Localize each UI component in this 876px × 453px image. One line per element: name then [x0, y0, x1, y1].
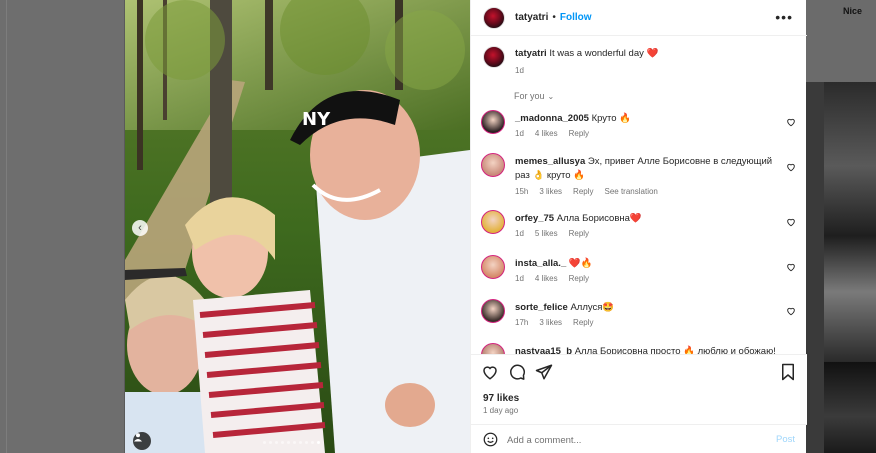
comment-body: Аллуся🤩 [570, 302, 615, 313]
commenter-avatar[interactable] [481, 255, 505, 279]
svg-text:NY: NY [302, 109, 331, 130]
carousel-dot [305, 441, 308, 444]
comment-like-icon[interactable] [786, 117, 796, 127]
comment-like-icon[interactable] [786, 262, 796, 272]
comment-input[interactable] [507, 431, 757, 449]
comment-text: insta_alla._ ❤️🔥 [515, 257, 785, 271]
post-side-panel: tatyatri • Follow ••• tatyatri It was a … [470, 0, 807, 453]
comment-time: 15h [515, 187, 529, 196]
comment-body: Алла Борисовна❤️ [556, 213, 642, 224]
carousel-dot [311, 441, 314, 444]
previous-slide-button[interactable]: ‹ [132, 220, 148, 236]
header-separator: • [552, 12, 556, 23]
comment-icon[interactable] [508, 363, 526, 381]
reply-button[interactable]: Reply [573, 187, 593, 196]
comment-meta: 17h 3 likes Reply [515, 318, 594, 327]
carousel-dot [293, 441, 296, 444]
comment-meta: 1d 4 likes Reply [515, 274, 589, 283]
comment-time: 1d [515, 229, 524, 238]
author-avatar[interactable] [483, 6, 505, 29]
background-post-photo-lower [824, 362, 876, 453]
reply-button[interactable]: Reply [569, 229, 589, 238]
comment-body: ❤️🔥 [568, 258, 593, 269]
commenter-username[interactable]: sorte_felice [515, 302, 568, 313]
carousel-dot [263, 441, 266, 444]
comment-like-icon[interactable] [786, 306, 796, 316]
carousel-dots [263, 441, 320, 444]
for-you-label: For you [514, 91, 545, 101]
commenter-username[interactable]: insta_alla._ [515, 258, 566, 269]
backdrop-left [0, 0, 125, 453]
comment-meta: 1d 5 likes Reply [515, 229, 589, 238]
author-username[interactable]: tatyatri [515, 12, 548, 23]
follow-button[interactable]: Follow [560, 12, 592, 23]
reply-button[interactable]: Reply [573, 318, 593, 327]
caption-text: tatyatri It was a wonderful day ❤️ [515, 48, 658, 59]
like-count[interactable]: 97 likes [483, 393, 519, 404]
caption-time: 1d [515, 66, 524, 75]
commenter-username[interactable]: orfey_75 [515, 213, 554, 224]
post-comment-button[interactable]: Post [776, 434, 795, 445]
reply-button[interactable]: Reply [569, 129, 589, 138]
more-options-icon[interactable]: ••• [775, 10, 793, 24]
carousel-dot [287, 441, 290, 444]
tagged-users-button[interactable] [133, 432, 151, 450]
commenter-username[interactable]: memes_allusya [515, 156, 585, 167]
comment-like-icon[interactable] [786, 217, 796, 227]
post-header: tatyatri • Follow ••• [471, 0, 807, 36]
heart-emoji: ❤️ [646, 48, 659, 59]
background-post-photo [824, 82, 876, 362]
for-you-toggle[interactable]: For you ⌄ [514, 91, 554, 101]
corner-label: Nice [842, 6, 862, 16]
comment-meta: 1d 4 likes Reply [515, 129, 589, 138]
comment-composer: Post [471, 424, 807, 453]
user-icon [134, 433, 142, 442]
carousel-dot [269, 441, 272, 444]
comment-time: 1d [515, 129, 524, 138]
bookmark-icon[interactable] [779, 363, 797, 381]
backdrop-right-top [806, 0, 876, 82]
commenter-avatar[interactable] [481, 210, 505, 234]
post-time: 1 day ago [483, 406, 519, 415]
backdrop-right [806, 0, 876, 453]
carousel-dot [317, 441, 320, 444]
post-actions: 97 likes 1 day ago [471, 354, 807, 424]
carousel-dot [281, 441, 284, 444]
caption-author-avatar[interactable] [483, 46, 505, 68]
post-photo[interactable]: NY ‹ [125, 0, 470, 453]
comment-likes[interactable]: 4 likes [535, 129, 558, 138]
comment-text: _madonna_2005 Круто 🔥 [515, 112, 785, 126]
photo-illustration: NY [125, 0, 470, 453]
commenter-avatar[interactable] [481, 299, 505, 323]
comment-time: 17h [515, 318, 529, 327]
chevron-down-icon: ⌄ [547, 92, 555, 101]
smiley-icon[interactable] [483, 432, 498, 447]
see-translation-link[interactable]: See translation [605, 187, 658, 196]
caption-body: It was a wonderful day [549, 48, 644, 59]
reply-button[interactable]: Reply [569, 274, 589, 283]
carousel-dot [275, 441, 278, 444]
carousel-dot [299, 441, 302, 444]
comment-likes[interactable]: 5 likes [535, 229, 558, 238]
commenter-username[interactable]: _madonna_2005 [515, 113, 589, 124]
comment-text: sorte_felice Аллуся🤩 [515, 301, 785, 315]
backdrop-divider [6, 0, 7, 453]
share-icon[interactable] [535, 363, 553, 381]
comment-body: Круто 🔥 [591, 113, 632, 124]
comment-meta: 15h 3 likes Reply See translation [515, 187, 658, 196]
comment-likes[interactable]: 3 likes [539, 187, 562, 196]
comment-likes[interactable]: 4 likes [535, 274, 558, 283]
comment-like-icon[interactable] [786, 162, 796, 172]
commenter-avatar[interactable] [481, 110, 505, 134]
comment-likes[interactable]: 3 likes [539, 318, 562, 327]
comment-time: 1d [515, 274, 524, 283]
heart-icon[interactable] [481, 363, 499, 381]
commenter-avatar[interactable] [481, 153, 505, 177]
caption-username[interactable]: tatyatri [515, 48, 547, 59]
comment-text: orfey_75 Алла Борисовна❤️ [515, 212, 785, 226]
comment-text: memes_allusya Эх, привет Алле Борисовне … [515, 155, 785, 183]
